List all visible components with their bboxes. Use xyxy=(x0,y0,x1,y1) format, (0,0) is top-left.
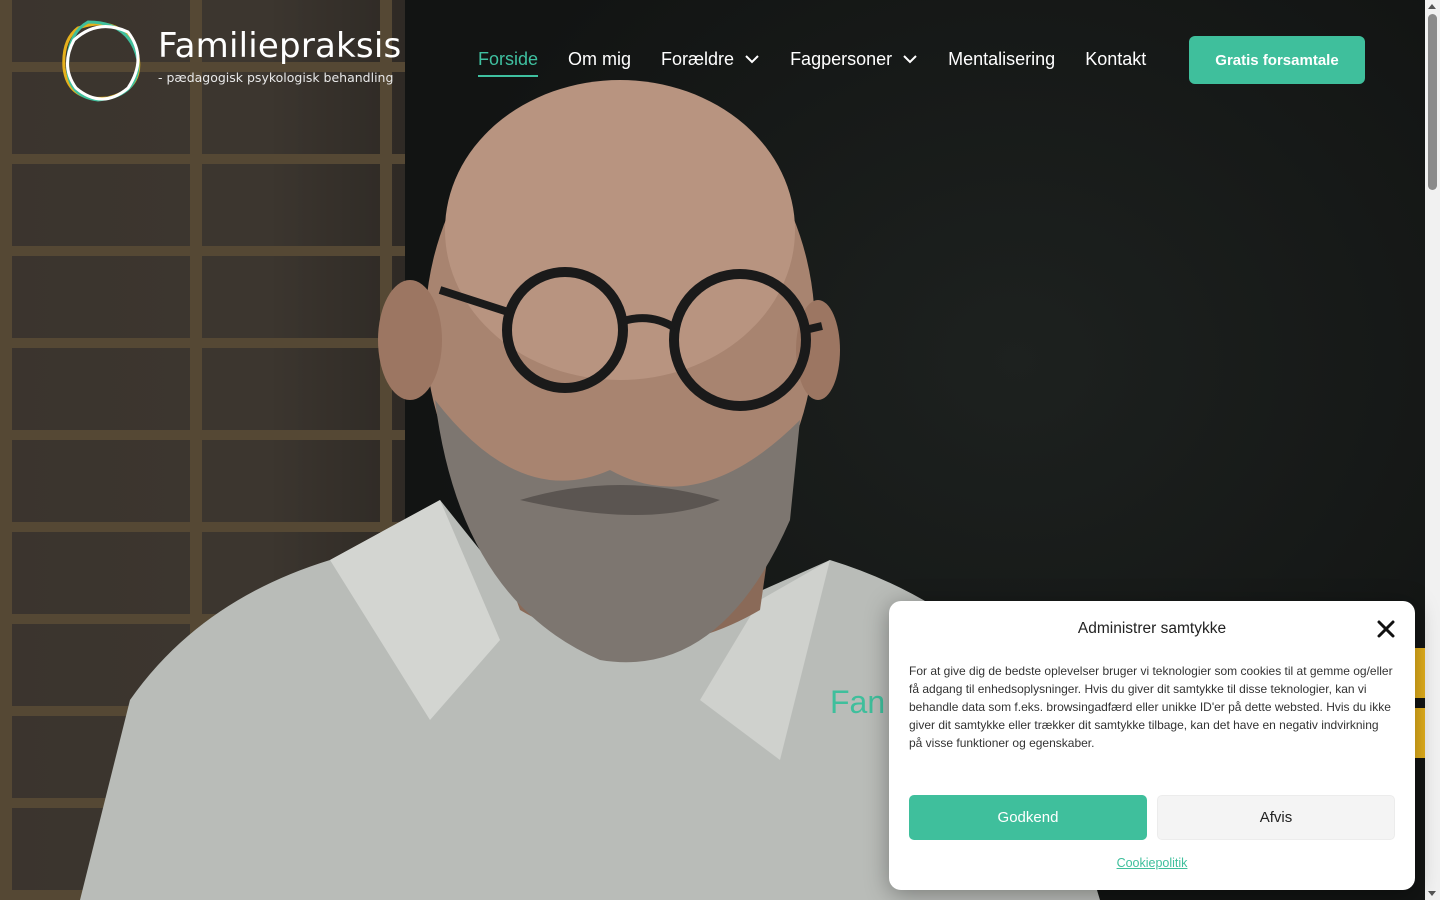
nav-item-label: Om mig xyxy=(568,48,632,69)
scroll-down-arrow-icon[interactable] xyxy=(1428,891,1436,896)
site-logo[interactable]: Familiepraksis - pædagogisk psykologisk … xyxy=(58,18,401,104)
nav-item-label: Kontakt xyxy=(1085,48,1147,69)
chevron-down-icon xyxy=(903,55,917,64)
hero-heading-partial: Fan xyxy=(830,684,886,720)
main-navigation: Forside Om mig Forældre Fagpersoner Ment… xyxy=(478,46,1176,77)
cookie-consent-dialog: Administrer samtykke For at give dig de … xyxy=(889,601,1415,890)
nav-item-label: Fagpersoner xyxy=(790,48,893,69)
free-consultation-button[interactable]: Gratis forsamtale xyxy=(1189,36,1365,84)
scroll-up-arrow-icon[interactable] xyxy=(1428,4,1436,9)
consent-body-text: For at give dig de bedste oplevelser bru… xyxy=(909,664,1393,750)
scrollbar-thumb[interactable] xyxy=(1428,14,1437,190)
cookie-policy-link[interactable]: Cookiepolitik xyxy=(889,856,1415,870)
nav-item-forside[interactable]: Forside xyxy=(478,48,539,77)
nav-item-label: Mentalisering xyxy=(948,48,1056,69)
accept-button[interactable]: Godkend xyxy=(909,795,1147,840)
logo-subtitle: - pædagogisk psykologisk behandling xyxy=(158,70,394,85)
consent-title: Administrer samtykke xyxy=(1077,620,1227,637)
nav-item-label: Forældre xyxy=(661,48,735,69)
nav-item-label: Forside xyxy=(478,48,539,69)
nav-item-om-mig[interactable]: Om mig xyxy=(568,49,631,70)
nav-item-foraeldre[interactable]: Forældre xyxy=(661,49,760,70)
deny-button[interactable]: Afvis xyxy=(1157,795,1395,840)
logo-mark-icon xyxy=(62,20,141,102)
nav-item-mentalisering[interactable]: Mentalisering xyxy=(948,49,1055,70)
logo-title: Familiepraksis xyxy=(158,26,402,66)
page-scrollbar[interactable] xyxy=(1425,0,1440,900)
side-tab-lower[interactable] xyxy=(1414,708,1425,758)
nav-item-fagpersoner[interactable]: Fagpersoner xyxy=(790,49,918,70)
side-tab-upper[interactable] xyxy=(1414,648,1425,698)
chevron-down-icon xyxy=(745,55,759,64)
close-icon[interactable] xyxy=(1377,620,1395,638)
nav-item-kontakt[interactable]: Kontakt xyxy=(1085,49,1146,70)
